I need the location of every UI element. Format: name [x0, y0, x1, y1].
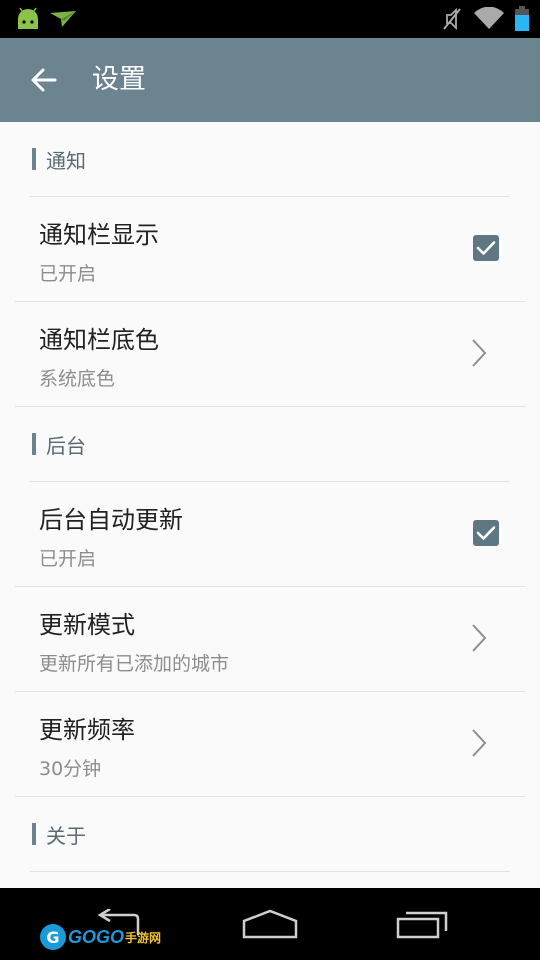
- section-label: 通知: [46, 148, 86, 173]
- chevron-right-icon: [472, 339, 487, 367]
- navigation-bar: G GOGO 手游网: [0, 888, 540, 960]
- status-bar: [0, 0, 540, 38]
- section-marker: [32, 823, 36, 845]
- setting-subtitle: 30分钟: [39, 758, 102, 780]
- battery-icon: [512, 0, 532, 38]
- setting-subtitle: 已开启: [39, 263, 97, 285]
- chevron-right-icon: [472, 729, 487, 757]
- section-label: 关于: [46, 823, 86, 848]
- setting-update-frequency[interactable]: 更新频率 30分钟: [15, 692, 525, 796]
- page-title: 设置: [92, 64, 146, 95]
- watermark-brand: GOGO: [68, 926, 125, 947]
- watermark-logo: G GOGO 手游网: [40, 922, 161, 952]
- divider: [30, 871, 510, 872]
- setting-update-mode[interactable]: 更新模式 更新所有已添加的城市: [15, 587, 525, 691]
- section-header-about: 关于: [32, 821, 86, 848]
- divider: [15, 406, 525, 407]
- arrow-left-icon: [31, 68, 57, 92]
- section-label: 后台: [46, 433, 86, 458]
- recents-icon: [396, 911, 448, 939]
- section-header-notifications: 通知: [32, 146, 86, 173]
- setting-subtitle: 更新所有已添加的城市: [39, 653, 230, 675]
- chevron-right-icon: [472, 624, 487, 652]
- divider: [15, 796, 525, 797]
- setting-auto-update[interactable]: 后台自动更新 已开启: [15, 482, 525, 586]
- android-icon: [14, 0, 42, 38]
- settings-list[interactable]: 通知 通知栏显示 已开启 通知栏底色 系统底色 后台 后台自动更新 已开启 更新…: [0, 122, 540, 888]
- muted-icon: [440, 0, 464, 38]
- back-button[interactable]: [22, 58, 66, 102]
- setting-title: 更新模式: [39, 611, 135, 639]
- watermark-letter: G: [40, 924, 66, 950]
- setting-title: 通知栏底色: [39, 326, 159, 354]
- setting-subtitle: 已开启: [39, 548, 97, 570]
- setting-notification-color[interactable]: 通知栏底色 系统底色: [15, 302, 525, 406]
- nav-home-button[interactable]: [230, 888, 310, 960]
- section-marker: [32, 433, 36, 455]
- setting-title: 通知栏显示: [39, 221, 159, 249]
- setting-subtitle: 系统底色: [39, 368, 116, 390]
- section-marker: [32, 148, 36, 170]
- watermark-suffix: 手游网: [125, 930, 162, 945]
- setting-notification-display[interactable]: 通知栏显示 已开启: [15, 197, 525, 301]
- nav-recents-button[interactable]: [382, 888, 462, 960]
- setting-title: 后台自动更新: [39, 506, 183, 534]
- notification-display-checkbox[interactable]: [473, 235, 499, 261]
- wifi-icon: [473, 0, 505, 38]
- app-bar: 设置: [0, 38, 540, 122]
- home-icon: [242, 909, 298, 939]
- check-icon: [476, 526, 496, 540]
- section-header-background: 后台: [32, 431, 86, 458]
- setting-title: 更新频率: [39, 716, 135, 744]
- auto-update-checkbox[interactable]: [473, 520, 499, 546]
- check-icon: [476, 241, 496, 255]
- notification-plane-icon: [48, 0, 78, 38]
